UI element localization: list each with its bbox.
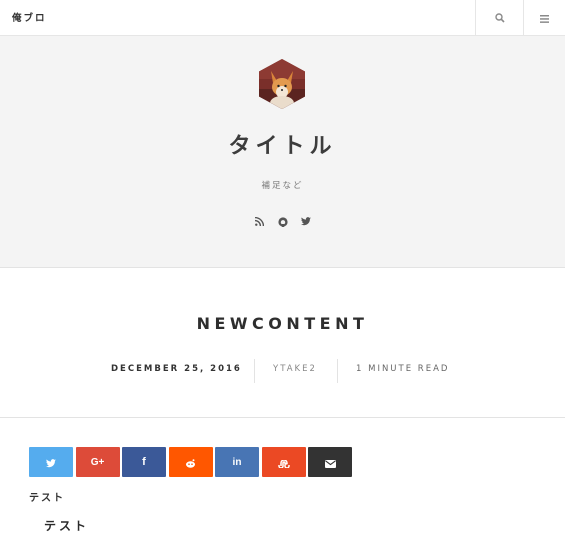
- reddit-icon: [185, 453, 196, 472]
- share-facebook-button[interactable]: f: [122, 447, 166, 477]
- hamburger-menu-icon: [540, 8, 549, 27]
- share-google-plus-button[interactable]: G+: [75, 447, 120, 477]
- twitter-icon[interactable]: [300, 216, 311, 227]
- rss-icon[interactable]: [254, 216, 265, 227]
- post-title: NEWCONTENT: [196, 314, 369, 333]
- share-reddit-button[interactable]: [168, 447, 213, 477]
- share-twitter-button[interactable]: [29, 447, 73, 477]
- section-divider: [0, 417, 565, 418]
- site-header-hero: タイトル 補足など: [0, 36, 565, 268]
- share-buttons: G+ f in: [29, 447, 352, 477]
- envelope-icon: [324, 453, 336, 472]
- meta-divider: [337, 359, 338, 383]
- share-email-button[interactable]: [308, 447, 352, 477]
- site-brand-link[interactable]: 俺ブロ: [12, 10, 47, 24]
- menu-toggle-button[interactable]: [523, 0, 565, 35]
- search-button[interactable]: [475, 0, 523, 35]
- linkedin-icon: in: [232, 456, 242, 468]
- stumbleupon-icon: [277, 453, 290, 472]
- post-meta: DECEMBER 25, 2016 YTAKE2 1 MINUTE READ: [0, 358, 565, 384]
- meta-divider: [254, 359, 255, 383]
- share-linkedin-button[interactable]: in: [215, 447, 259, 477]
- post-date: DECEMBER 25, 2016: [111, 364, 242, 374]
- post-paragraph: テスト: [29, 493, 65, 504]
- search-icon: [494, 8, 505, 27]
- post-read-time: 1 MINUTE READ: [356, 364, 450, 374]
- github-icon[interactable]: [277, 216, 288, 227]
- share-stumbleupon-button[interactable]: [261, 447, 306, 477]
- top-navbar: 俺ブロ: [0, 0, 565, 36]
- fox-avatar[interactable]: [259, 59, 305, 109]
- post-heading: テスト: [44, 519, 90, 533]
- site-subtitle: 補足など: [261, 181, 304, 191]
- facebook-icon: f: [142, 456, 146, 468]
- google-plus-icon: G+: [90, 456, 105, 468]
- site-title: タイトル: [228, 134, 337, 159]
- post-author[interactable]: YTAKE2: [273, 364, 317, 374]
- social-links: [0, 216, 565, 227]
- twitter-icon: [46, 453, 56, 472]
